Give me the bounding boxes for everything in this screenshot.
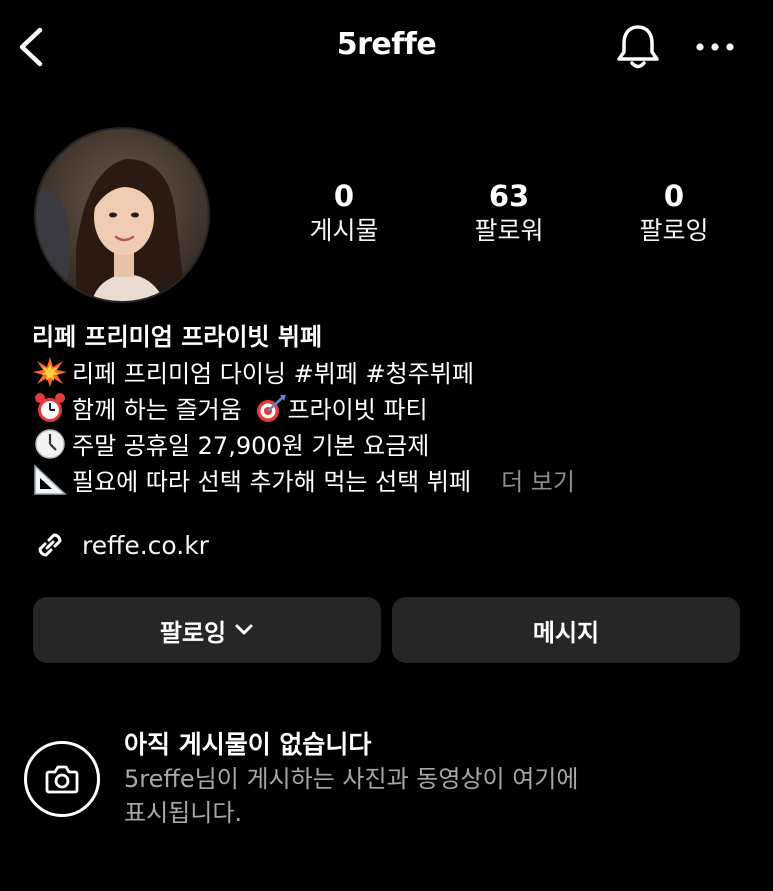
stat-following[interactable]: 0 팔로잉 <box>609 178 739 248</box>
website-link-text: reffe.co.kr <box>82 530 209 560</box>
bio-more-link[interactable]: 더 보기 <box>501 468 575 496</box>
bio-line-1: 리페 프리미엄 다이닝 #뷔페 #청주뷔페 <box>32 356 752 392</box>
empty-state-title: 아직 게시물이 없습니다 <box>124 730 372 759</box>
empty-state-text: 아직 게시물이 없습니다 5reffe님이 게시하는 사진과 동영상이 여기에 … <box>124 728 594 830</box>
link-icon <box>38 533 62 557</box>
bio-line-2: 함께 하는 즐거움 프라이빗 파티 <box>32 392 752 428</box>
direct-hit-icon <box>257 395 287 422</box>
profile-avatar[interactable] <box>34 127 210 303</box>
bio-line-4: 필요에 따라 선택 추가해 먹는 선택 뷔페 더 보기 <box>32 464 752 500</box>
bio-line-2-text-a: 함께 하는 즐거움 <box>72 396 242 424</box>
stat-following-count: 0 <box>663 179 685 213</box>
stat-posts[interactable]: 0 게시물 <box>279 178 409 248</box>
following-button-label: 팔로잉 <box>159 618 227 647</box>
camera-icon <box>45 765 79 794</box>
camera-button[interactable] <box>24 741 100 817</box>
stat-posts-label: 게시물 <box>309 216 379 245</box>
website-link[interactable]: reffe.co.kr <box>32 525 209 565</box>
stat-followers[interactable]: 63 팔로워 <box>444 178 574 248</box>
clock-icon <box>35 429 65 459</box>
collision-icon <box>33 357 67 387</box>
stat-posts-count: 0 <box>333 179 355 213</box>
top-bar: 5reffe <box>0 0 773 96</box>
triangular-ruler-icon <box>34 464 67 495</box>
bio-line-3: 주말 공휴일 27,900원 기본 요금제 <box>32 428 752 464</box>
chevron-down-icon <box>235 624 253 635</box>
avatar-image <box>36 129 208 301</box>
message-button[interactable]: 메시지 <box>392 597 740 663</box>
bio-line-4-text: 필요에 따라 선택 추가해 먹는 선택 뷔페 <box>72 468 472 496</box>
stat-followers-count: 63 <box>488 179 530 213</box>
notification-button[interactable] <box>612 22 664 72</box>
bell-icon <box>617 25 659 69</box>
alarm-clock-icon <box>35 393 65 422</box>
profile-display-name: 리페 프리미엄 프라이빗 뷔페 <box>32 323 323 351</box>
bio-line-3-text: 주말 공휴일 27,900원 기본 요금제 <box>72 432 430 460</box>
following-button[interactable]: 팔로잉 <box>33 597 381 663</box>
stat-following-label: 팔로잉 <box>639 216 709 245</box>
stat-followers-label: 팔로워 <box>474 216 544 245</box>
message-button-label: 메시지 <box>532 618 600 647</box>
more-horizontal-icon <box>696 43 734 51</box>
empty-state-description: 5reffe님이 게시하는 사진과 동영상이 여기에 표시됩니다. <box>124 765 579 827</box>
bio-line-1-text: 리페 프리미엄 다이닝 #뷔페 #청주뷔페 <box>72 360 474 388</box>
more-options-button[interactable] <box>693 34 737 60</box>
bio-line-2-text-b: 프라이빗 파티 <box>287 396 428 424</box>
profile-bio: 리페 프리미엄 프라이빗 뷔페 리페 프리미엄 다이닝 #뷔페 #청주뷔페 함께… <box>32 318 752 500</box>
